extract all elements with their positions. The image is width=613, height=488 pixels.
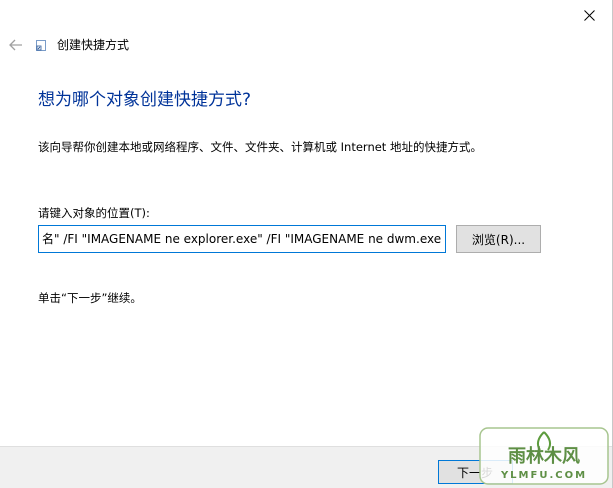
wizard-window: 创建快捷方式 想为哪个对象创建快捷方式? 该向导帮你创建本地或网络程序、文件、文… bbox=[0, 0, 613, 488]
browse-button[interactable]: 浏览(R)... bbox=[456, 225, 541, 253]
wizard-title: 创建快捷方式 bbox=[57, 38, 130, 52]
close-icon bbox=[583, 9, 595, 21]
continue-instruction: 单击“下一步”继续。 bbox=[38, 291, 142, 305]
next-button[interactable]: 下一步 bbox=[438, 460, 513, 484]
shortcut-icon bbox=[36, 40, 46, 51]
location-label: 请键入对象的位置(T): bbox=[38, 206, 150, 220]
location-input-value: 名" /FI "IMAGENAME ne explorer.exe" /FI "… bbox=[42, 232, 442, 246]
close-button[interactable] bbox=[566, 0, 612, 30]
wizard-description: 该向导帮你创建本地或网络程序、文件、文件夹、计算机或 Internet 地址的快… bbox=[38, 140, 482, 154]
back-button[interactable] bbox=[8, 37, 24, 53]
wizard-footer: 下一步 bbox=[0, 446, 612, 488]
page-heading: 想为哪个对象创建快捷方式? bbox=[38, 90, 252, 110]
back-arrow-icon bbox=[9, 39, 22, 51]
location-input[interactable]: 名" /FI "IMAGENAME ne explorer.exe" /FI "… bbox=[38, 225, 446, 253]
